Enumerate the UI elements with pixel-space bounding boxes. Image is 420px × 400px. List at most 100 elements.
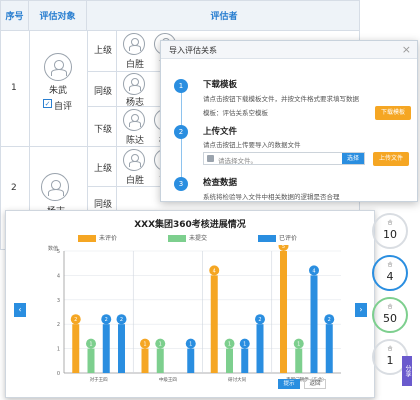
y-tick-label: 5 [57, 249, 60, 255]
bar [102, 324, 110, 373]
file-placeholder: 请选择文件。 [218, 157, 257, 165]
share-side-tab[interactable]: 分享 [402, 356, 412, 386]
close-icon[interactable]: × [402, 43, 411, 56]
bar [241, 348, 249, 373]
bar-value-label: 5 [282, 245, 285, 250]
upload-file-button[interactable]: 上传文件 [373, 152, 409, 166]
legend-swatch [78, 235, 96, 242]
bar-value-label: 1 [143, 342, 146, 348]
primary-button[interactable]: 提示 [278, 379, 300, 389]
bar-chart: 数值012345212 2对于王四1 1 1中级王四41 12研讨大同5142丰都门朝伊… [48, 245, 341, 383]
avatar [41, 173, 69, 201]
x-tick-label: 研讨大同 [228, 376, 246, 383]
row-seq: 2 [11, 183, 17, 193]
bar [226, 348, 233, 373]
bar-value-label: 2 [120, 317, 123, 323]
bar-value-label: 2 [105, 317, 108, 323]
legend-swatch [258, 235, 276, 242]
bar-value-label: 4 [213, 268, 216, 274]
import-dialog: 导入评估关系 × 1 下载模板 请点击按钮下载模板文件，并按文件格式要求填写数据… [160, 40, 418, 202]
bar [210, 275, 218, 373]
bar [310, 275, 318, 373]
bar [325, 324, 333, 373]
legend-item[interactable]: 未评价 [78, 233, 117, 242]
bar-value-label: 1 [243, 342, 246, 348]
step-title: 上传文件 [203, 127, 238, 137]
bar-value-label: 1 [159, 342, 162, 348]
evaluator-name: 白胜 [126, 176, 145, 186]
header-evaluator: 评估者 [87, 1, 359, 31]
step-title: 下载模板 [203, 80, 238, 90]
row-seq: 1 [11, 83, 17, 93]
bar [141, 348, 149, 373]
next-arrow-icon[interactable]: › [355, 303, 367, 317]
step-desc: 系统将检验导入文件中相关数据的逻辑是否合理 [203, 193, 340, 201]
bar-value-label: 2 [258, 317, 261, 323]
avatar [123, 149, 145, 171]
bar-value-label: 2 [74, 317, 77, 323]
step-desc: 请点击按钮上传要导入的数据文件 [203, 141, 301, 149]
bar-value-label: 4 [312, 268, 315, 274]
stats-panel: 合 10 合 4 合 50 合 1 分享 [370, 210, 420, 400]
chart-legend: 未评价 未提交 已评价 [78, 233, 328, 245]
avatar [123, 33, 145, 55]
group-label: 上级 [94, 164, 113, 174]
self-eval-checkbox[interactable]: ✓ [43, 99, 52, 108]
secondary-button[interactable]: 返回 [304, 379, 326, 389]
step-number: 3 [174, 177, 188, 191]
bar [118, 324, 125, 373]
avatar [44, 53, 72, 81]
x-tick-label: 中级王四 [159, 376, 177, 383]
header-target: 评估对象 [29, 1, 87, 31]
bar [87, 348, 95, 373]
bar [72, 324, 80, 373]
stat-ring: 合 50 [372, 297, 408, 333]
legend-label: 未评价 [99, 235, 118, 242]
legend-label: 未提交 [189, 235, 208, 242]
step-number: 2 [174, 125, 188, 139]
legend-swatch [168, 235, 186, 242]
step-desc: 请点击按钮下载模板文件，并按文件格式要求填写数据 [203, 95, 359, 103]
group-label: 同级 [94, 87, 113, 97]
evaluator-name: 白胜 [126, 60, 145, 70]
avatar [123, 73, 145, 95]
evaluator-name: 陈达 [126, 136, 145, 146]
prev-arrow-icon[interactable]: ‹ [14, 303, 26, 317]
y-tick-label: 1 [57, 347, 60, 353]
avatar [123, 109, 145, 131]
dialog-header: 导入评估关系 [161, 41, 417, 59]
x-tick-label: 对于王四 [90, 376, 108, 383]
download-template-button[interactable]: 下载模板 [375, 106, 411, 120]
file-icon [207, 155, 214, 162]
bar [256, 324, 264, 373]
bar [280, 251, 287, 373]
stat-value: 10 [383, 228, 397, 241]
file-input[interactable]: 请选择文件。 选择 [203, 152, 365, 165]
stat-ring: 合 4 [372, 255, 408, 291]
self-eval-label: 自评 [54, 102, 73, 112]
y-tick-label: 4 [57, 273, 60, 279]
legend-label: 已评价 [279, 235, 298, 242]
header-seq: 序号 [1, 1, 29, 31]
target-name: 朱武 [49, 86, 68, 96]
bar-value-label: 2 [328, 317, 331, 323]
y-tick-label: 2 [57, 322, 60, 328]
evaluator-name: 杨志 [126, 98, 145, 108]
y-tick-label: 0 [57, 371, 60, 377]
bar [156, 348, 164, 373]
legend-item[interactable]: 已评价 [258, 233, 297, 242]
select-file-button[interactable]: 选择 [342, 153, 364, 164]
step-title: 检查数据 [203, 178, 238, 188]
bar [187, 348, 195, 373]
chart-title: XXX集团360考核进展情况 [134, 220, 246, 230]
bar-value-label: 1 [297, 342, 300, 348]
bar-value-label: 1 [89, 342, 92, 348]
stat-ring: 合 10 [372, 213, 408, 249]
stat-value: 50 [383, 312, 397, 325]
template-link[interactable]: 模板：评估关系空模板 [203, 107, 268, 117]
progress-chart-window: XXX集团360考核进展情况 未评价 未提交 已评价 数值 0 1 2 3 4 5 2 1 2 2 对于王… [5, 210, 375, 398]
legend-item[interactable]: 未提交 [168, 233, 207, 242]
group-label: 上级 [94, 46, 113, 56]
y-tick-label: 3 [57, 298, 60, 304]
dialog-title: 导入评估关系 [169, 46, 217, 55]
